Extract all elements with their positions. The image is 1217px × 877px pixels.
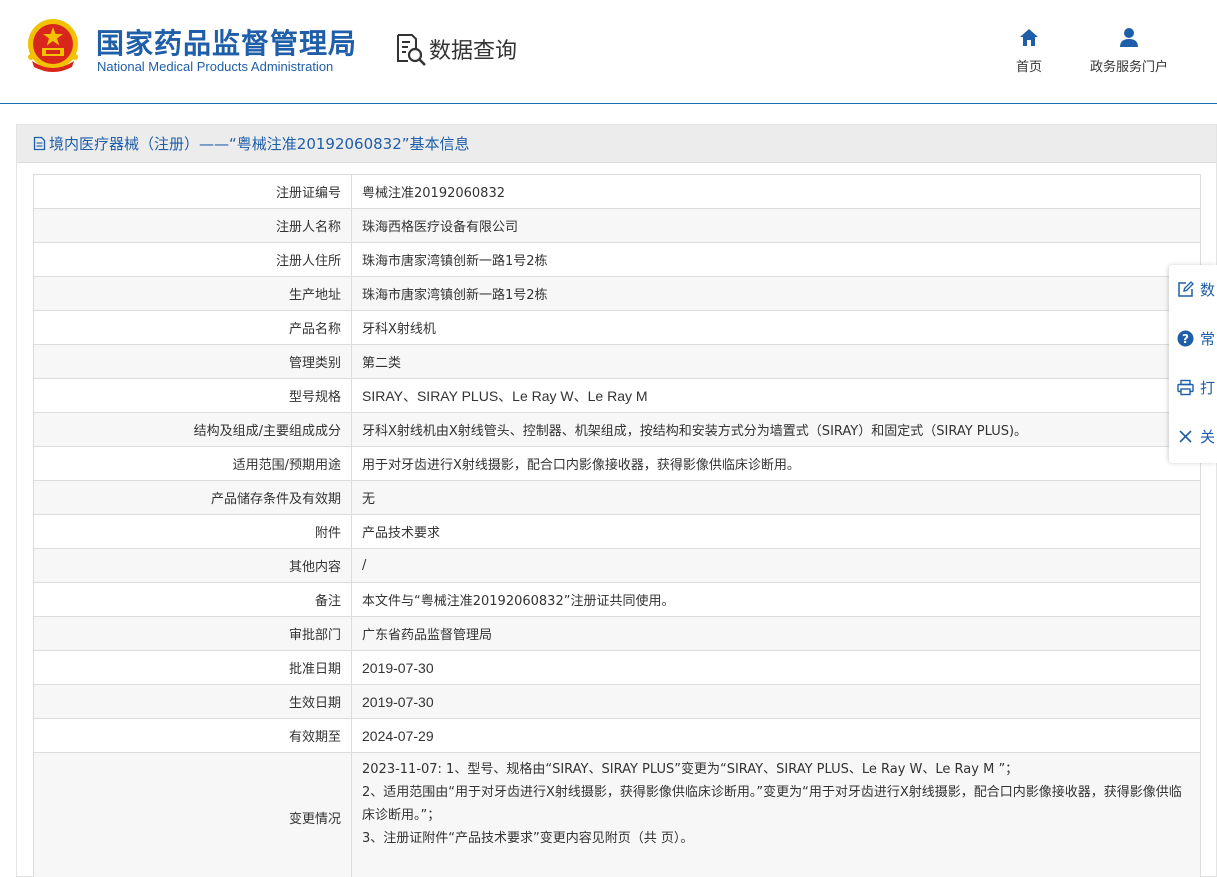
toolbar-item-close[interactable]: 关	[1169, 412, 1217, 461]
table-row: 其他内容 /	[33, 548, 1201, 583]
field-label: 审批部门	[33, 616, 352, 651]
field-value: 珠海西格医疗设备有限公司	[351, 208, 1201, 243]
field-label: 产品名称	[33, 310, 352, 345]
toolbar-item-label: 常	[1200, 330, 1216, 348]
data-query-heading: 数据查询	[395, 32, 517, 66]
toolbar-item-label: 数	[1200, 281, 1216, 299]
changes-value: 2023-11-07: 1、型号、规格由“SIRAY、SIRAY PLUS”变更…	[351, 752, 1201, 877]
field-label: 结构及组成/主要组成成分	[33, 412, 352, 447]
field-value: 粤械注准20192060832	[351, 174, 1201, 209]
document-icon	[33, 136, 46, 151]
field-value: 珠海市唐家湾镇创新一路1号2栋	[351, 276, 1201, 311]
table-row: 有效期至 2024-07-29	[33, 718, 1201, 753]
nav-portal-label: 政务服务门户	[1090, 60, 1169, 75]
table-row: 生产地址 珠海市唐家湾镇创新一路1号2栋	[33, 276, 1201, 311]
table-row: 产品储存条件及有效期无	[33, 480, 1201, 515]
table-row: 注册人住所 珠海市唐家湾镇创新一路1号2栋	[33, 242, 1201, 277]
field-value: 广东省药品监督管理局	[351, 616, 1201, 651]
toolbar-item-label: 打	[1200, 379, 1216, 397]
table-row: 结构及组成/主要组成成分 牙科X射线机由X射线管头、控制器、机架组成，按结构和安装…	[33, 412, 1201, 447]
site-header: 国家药品监督管理局 National Medical Products Admi…	[0, 0, 1217, 104]
table-row: 型号规格 SIRAY、SIRAY PLUS、Le Ray W、Le Ray M	[33, 378, 1201, 413]
field-value: 第二类	[351, 344, 1201, 379]
field-value: SIRAY、SIRAY PLUS、Le Ray W、Le Ray M	[351, 378, 1201, 413]
field-label: 注册人住所	[33, 242, 352, 277]
table-row: 生效日期 2019-07-30	[33, 684, 1201, 719]
table-row: 注册人名称 珠海西格医疗设备有限公司	[33, 208, 1201, 243]
panel-title-bar: 境内医疗器械（注册）——“粤械注准20192060832”基本信息	[17, 125, 1216, 163]
field-label: 备注	[33, 582, 352, 617]
field-label: 注册人名称	[33, 208, 352, 243]
nav-home[interactable]: 首页	[1016, 26, 1042, 75]
nav-home-label: 首页	[1016, 60, 1043, 75]
field-label: 管理类别	[33, 344, 352, 379]
table-row: 适用范围/预期用途 用于对牙齿进行X射线摄影，配合口内影像接收器，获得影像供临床诊…	[33, 446, 1201, 481]
field-label: 其他内容	[33, 548, 352, 583]
field-label: 有效期至	[33, 718, 352, 753]
record-panel: 境内医疗器械（注册）——“粤械注准20192060832”基本信息 注册证编号粤…	[16, 124, 1217, 877]
field-label: 批准日期	[33, 650, 352, 685]
field-value: 2019-07-30	[351, 650, 1201, 685]
field-value: 牙科X射线机	[351, 310, 1201, 345]
field-label: 型号规格	[33, 378, 352, 413]
document-search-icon	[397, 34, 426, 66]
panel-title: 境内医疗器械（注册）——“粤械注准20192060832”基本信息	[49, 135, 470, 153]
change-line: 2、适用范围由“用于对牙齿进行X射线摄影，获得影像供临床诊断用。”变更为“用于对…	[362, 785, 1182, 823]
home-icon	[1020, 29, 1038, 46]
field-label: 注册证编号	[33, 174, 352, 209]
field-value: 用于对牙齿进行X射线摄影，配合口内影像接收器，获得影像供临床诊断用。	[351, 446, 1201, 481]
toolbar-item-print[interactable]: 打	[1169, 363, 1217, 412]
field-label: 生效日期	[33, 684, 352, 719]
table-row: 审批部门 广东省药品监督管理局	[33, 616, 1201, 651]
field-value: 产品技术要求	[351, 514, 1201, 549]
field-value: 2019-07-30	[351, 684, 1201, 719]
toolbar-item-faq[interactable]: ? 常	[1169, 314, 1217, 363]
field-label: 产品储存条件及有效期	[33, 480, 352, 515]
nav-service-portal[interactable]: 政务服务门户	[1090, 26, 1168, 75]
user-icon	[1120, 28, 1138, 47]
field-label: 附件	[33, 514, 352, 549]
floating-toolbar: 数 ? 常 打 关	[1169, 265, 1217, 463]
change-list: 2023-11-07: 1、型号、规格由“SIRAY、SIRAY PLUS”变更…	[362, 753, 1190, 850]
svg-text:?: ?	[1182, 332, 1189, 346]
org-name-cn: 国家药品监督管理局	[96, 27, 358, 60]
org-name-en: National Medical Products Administration	[97, 59, 334, 74]
table-row: 管理类别 第二类	[33, 344, 1201, 379]
change-line: 3、注册证附件“产品技术要求”变更内容见附页（共 页）。	[362, 831, 694, 846]
help-icon: ?	[1177, 330, 1194, 347]
record-table: 注册证编号 粤械注准20192060832 注册人名称 珠海西格医疗设备有限公司 注…	[33, 174, 1201, 877]
edit-icon	[1178, 281, 1194, 297]
table-row: 附件 产品技术要求	[33, 514, 1201, 549]
close-icon	[1179, 430, 1192, 443]
national-emblem-icon	[28, 19, 78, 72]
table-row-changes: 变更情况 2023-11-07: 1、型号、规格由“SIRAY、SIRAY PL…	[33, 752, 1201, 877]
field-label: 生产地址	[33, 276, 352, 311]
data-query-label: 数据查询	[429, 39, 518, 64]
field-label: 变更情况	[33, 752, 352, 877]
table-row: 注册证编号 粤械注准20192060832	[33, 174, 1201, 209]
toolbar-item-label: 关	[1200, 428, 1216, 446]
field-value: /	[351, 548, 1201, 583]
print-icon	[1177, 379, 1194, 396]
field-value: 珠海市唐家湾镇创新一路1号2栋	[351, 242, 1201, 277]
table-row: 备注 本文件与“粤械注准20192060832”注册证共同使用。	[33, 582, 1201, 617]
field-value: 本文件与“粤械注准20192060832”注册证共同使用。	[351, 582, 1201, 617]
field-value: 2024-07-29	[351, 718, 1201, 753]
table-row: 批准日期 2019-07-30	[33, 650, 1201, 685]
table-row: 产品名称 牙科X射线机	[33, 310, 1201, 345]
field-value: 无	[351, 480, 1201, 515]
field-label: 适用范围/预期用途	[33, 446, 352, 481]
toolbar-item-data[interactable]: 数	[1169, 265, 1217, 314]
field-value: 牙科X射线机由X射线管头、控制器、机架组成，按结构和安装方式分为墙置式（SIRA…	[351, 412, 1201, 447]
change-line: 2023-11-07: 1、型号、规格由“SIRAY、SIRAY PLUS”变更…	[362, 762, 1019, 777]
